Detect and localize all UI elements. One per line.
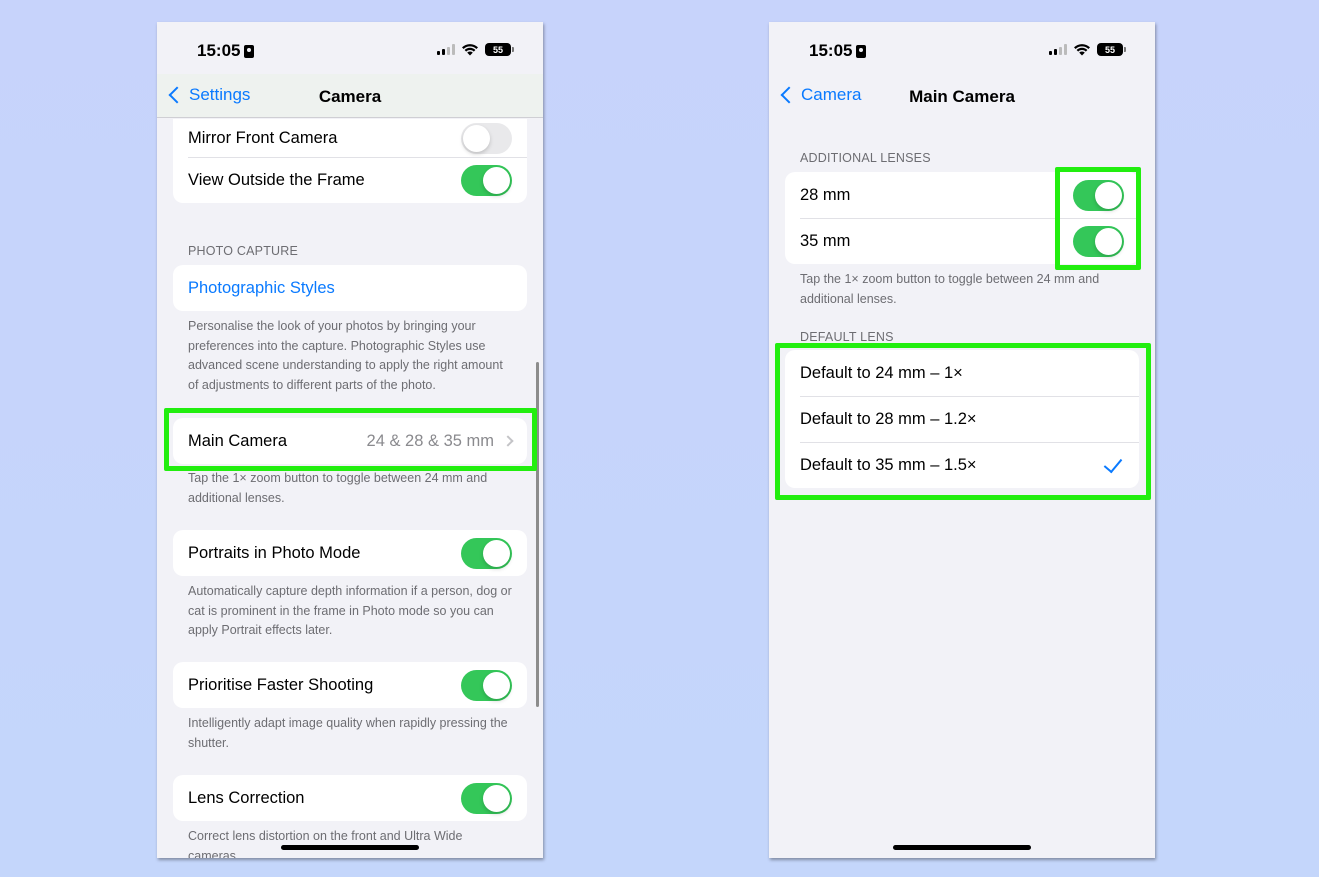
row-label: Default to 28 mm – 1.2× bbox=[800, 409, 977, 428]
row-label: Main Camera bbox=[188, 431, 288, 450]
home-indicator[interactable] bbox=[281, 845, 419, 850]
scrollbar[interactable] bbox=[536, 362, 539, 707]
default-lens-option-24mm[interactable]: Default to 24 mm – 1× bbox=[785, 350, 1139, 396]
lens-35mm-row: 35 mm bbox=[785, 218, 1139, 264]
clock-text: 15:05 bbox=[809, 41, 853, 60]
photographic-styles-row[interactable]: Photographic Styles bbox=[173, 265, 527, 311]
row-label: Default to 35 mm – 1.5× bbox=[800, 455, 977, 474]
portraits-toggle[interactable] bbox=[461, 537, 512, 569]
faster-shooting-toggle[interactable] bbox=[461, 669, 512, 701]
battery-level: 55 bbox=[1104, 44, 1115, 55]
right-phone-screen: 15:05 55 Camera Main Camera ADDITIONAL L… bbox=[769, 22, 1155, 858]
toggle-knob bbox=[483, 539, 510, 567]
lens-correction-footer: Correct lens distortion on the front and… bbox=[188, 829, 463, 858]
lens-28mm-row: 28 mm bbox=[785, 172, 1139, 218]
battery-level: 55 bbox=[492, 44, 503, 55]
row-label: Lens Correction bbox=[188, 788, 305, 807]
default-lens-option-35mm[interactable]: Default to 35 mm – 1.5× bbox=[785, 442, 1139, 488]
wifi-icon bbox=[1074, 44, 1090, 56]
lens-correction-group: Lens Correction bbox=[173, 775, 527, 821]
row-label: Mirror Front Camera bbox=[188, 128, 338, 147]
mirror-front-camera-row: Mirror Front Camera bbox=[173, 119, 527, 157]
photographic-styles-footer: Personalise the look of your photos by b… bbox=[188, 319, 503, 392]
wifi-icon bbox=[462, 44, 478, 56]
toggle-knob bbox=[483, 166, 510, 194]
row-label: 28 mm bbox=[800, 185, 851, 204]
toggle-knob bbox=[1095, 181, 1122, 209]
lens-28mm-toggle[interactable] bbox=[1073, 179, 1124, 211]
top-settings-group: Mirror Front Camera View Outside the Fra… bbox=[173, 119, 527, 203]
portraits-footer: Automatically capture depth information … bbox=[188, 584, 512, 637]
navigation-bar: Settings Camera bbox=[157, 74, 543, 118]
status-bar: 15:05 55 bbox=[769, 22, 1155, 74]
chevron-right-icon bbox=[502, 435, 514, 447]
faster-shooting-group: Prioritise Faster Shooting bbox=[173, 662, 527, 708]
section-header-additional-lenses: ADDITIONAL LENSES bbox=[800, 151, 931, 165]
additional-lenses-group: 28 mm 35 mm bbox=[785, 172, 1139, 264]
section-header-default-lens: DEFAULT LENS bbox=[800, 330, 894, 344]
left-phone-screen: 15:05 55 Settings Camera Mirror Front Ca bbox=[157, 22, 543, 858]
main-camera-footer: Tap the 1× zoom button to toggle between… bbox=[188, 471, 488, 505]
focus-mode-icon bbox=[856, 44, 867, 58]
view-outside-frame-row: View Outside the Frame bbox=[173, 157, 527, 203]
navigation-bar: Camera Main Camera bbox=[769, 74, 1155, 118]
photographic-styles-group: Photographic Styles bbox=[173, 265, 527, 311]
page-title: Main Camera bbox=[909, 87, 1015, 106]
section-header-photo-capture: PHOTO CAPTURE bbox=[188, 244, 299, 258]
photographic-styles-link[interactable]: Photographic Styles bbox=[188, 279, 512, 298]
faster-shooting-row: Prioritise Faster Shooting bbox=[173, 662, 527, 708]
view-outside-frame-toggle[interactable] bbox=[461, 164, 512, 196]
mirror-front-camera-toggle[interactable] bbox=[461, 122, 512, 154]
default-lens-group: Default to 24 mm – 1× Default to 28 mm –… bbox=[785, 350, 1139, 488]
main-camera-group: Main Camera 24 & 28 & 35 mm bbox=[173, 418, 527, 464]
battery-icon: 55 bbox=[485, 43, 514, 56]
lens-correction-row: Lens Correction bbox=[173, 775, 527, 821]
lens-correction-toggle[interactable] bbox=[461, 782, 512, 814]
toggle-knob bbox=[483, 671, 510, 699]
cellular-signal-icon bbox=[437, 44, 455, 55]
additional-lenses-footer: Tap the 1× zoom button to toggle between… bbox=[800, 272, 1100, 306]
status-bar: 15:05 55 bbox=[157, 22, 543, 74]
clock-text: 15:05 bbox=[197, 41, 241, 60]
row-label: 35 mm bbox=[800, 231, 851, 250]
lens-35mm-toggle[interactable] bbox=[1073, 225, 1124, 257]
faster-shooting-footer: Intelligently adapt image quality when r… bbox=[188, 716, 508, 750]
row-label: Default to 24 mm – 1× bbox=[800, 363, 963, 382]
home-indicator[interactable] bbox=[893, 845, 1031, 850]
status-icons: 55 bbox=[1049, 43, 1126, 56]
toggle-knob bbox=[1095, 227, 1122, 255]
page-title: Camera bbox=[318, 87, 382, 106]
status-time: 15:05 bbox=[809, 41, 867, 61]
default-lens-option-28mm[interactable]: Default to 28 mm – 1.2× bbox=[785, 396, 1139, 442]
battery-icon: 55 bbox=[1097, 43, 1126, 56]
status-icons: 55 bbox=[437, 43, 514, 56]
focus-mode-icon bbox=[244, 44, 255, 58]
toggle-knob bbox=[463, 124, 490, 152]
row-label: Prioritise Faster Shooting bbox=[188, 675, 374, 694]
toggle-knob bbox=[483, 784, 510, 812]
row-label: View Outside the Frame bbox=[188, 170, 365, 189]
portraits-group: Portraits in Photo Mode bbox=[173, 530, 527, 576]
cellular-signal-icon bbox=[1049, 44, 1067, 55]
portraits-row: Portraits in Photo Mode bbox=[173, 530, 527, 576]
main-camera-row[interactable]: Main Camera 24 & 28 & 35 mm bbox=[173, 418, 527, 464]
main-camera-value: 24 & 28 & 35 mm bbox=[366, 431, 494, 450]
row-label: Portraits in Photo Mode bbox=[188, 543, 361, 562]
status-time: 15:05 bbox=[197, 41, 255, 61]
